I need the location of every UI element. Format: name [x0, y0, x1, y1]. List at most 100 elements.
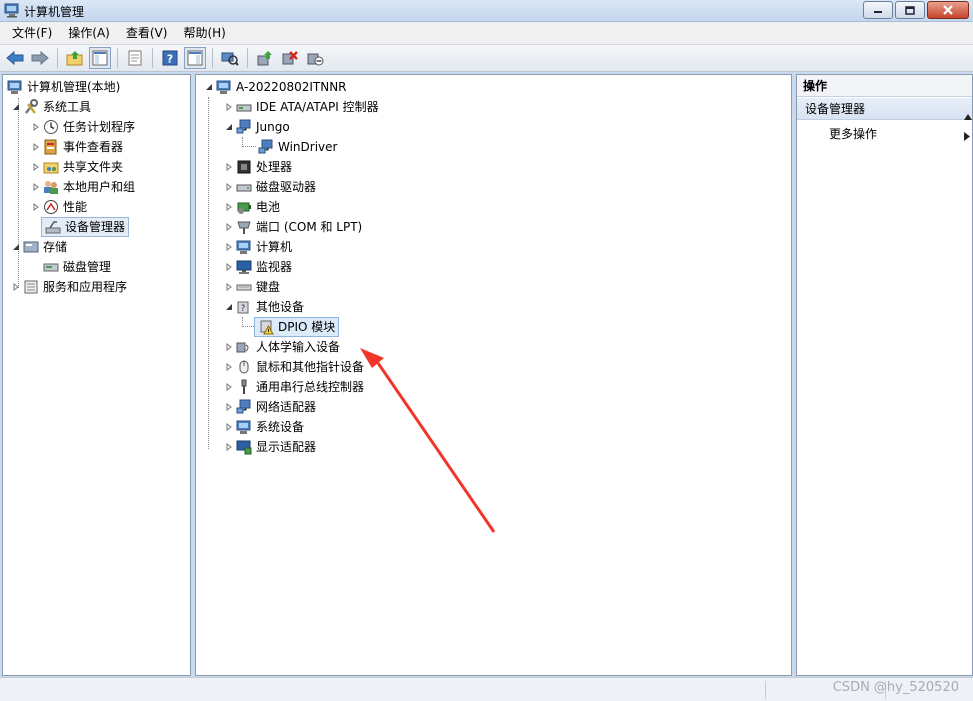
collapsed-triangle-icon[interactable] [224, 282, 234, 292]
collapsed-triangle-icon[interactable] [31, 142, 41, 152]
device-category-other-devices[interactable]: ? 其他设备 [224, 297, 304, 317]
scan-hardware-button[interactable] [219, 47, 241, 69]
device-item-dpio-module[interactable]: DPIO 模块 [254, 317, 340, 337]
selected-device[interactable]: DPIO 模块 [254, 317, 340, 337]
keyboard-icon [236, 279, 252, 295]
device-category-battery[interactable]: 电池 [224, 197, 280, 217]
device-item-label: 人体学输入设备 [256, 340, 341, 354]
tree-item-local-users[interactable]: 本地用户和组 [31, 177, 135, 197]
collapsed-triangle-icon[interactable] [31, 182, 41, 192]
tree-item-event-viewer[interactable]: 事件查看器 [31, 137, 123, 157]
tree-item-storage[interactable]: 存储 [11, 237, 67, 257]
tree-item-system-tools[interactable]: 系统工具 [11, 97, 91, 117]
device-category-display[interactable]: 显示适配器 [224, 437, 316, 457]
device-tree-pane[interactable]: A-20220802ITNNR IDE ATA/ATAPI 控制器 Jungo … [195, 74, 792, 676]
collapsed-triangle-icon[interactable] [224, 262, 234, 272]
collapsed-triangle-icon[interactable] [224, 182, 234, 192]
close-button[interactable] [927, 1, 969, 19]
computer-icon [236, 239, 252, 255]
help-button[interactable]: ? [159, 47, 181, 69]
forward-button[interactable] [29, 47, 51, 69]
collapsed-triangle-icon[interactable] [224, 202, 234, 212]
device-item-label: 计算机 [256, 240, 293, 254]
device-category-ports[interactable]: 端口 (COM 和 LPT) [224, 217, 362, 237]
port-icon [236, 219, 252, 235]
collapsed-triangle-icon[interactable] [224, 362, 234, 372]
processor-icon [236, 159, 252, 175]
more-actions-link[interactable]: 更多操作 [829, 125, 877, 143]
collapsed-triangle-icon[interactable] [31, 122, 41, 132]
collapsed-triangle-icon[interactable] [224, 442, 234, 452]
disk-drive-icon [236, 179, 252, 195]
menu-view[interactable]: 查看(V) [118, 23, 176, 43]
device-item-windriver[interactable]: WinDriver [258, 137, 337, 157]
device-category-keyboards[interactable]: 键盘 [224, 277, 280, 297]
tree-item-device-manager[interactable]: 设备管理器 [41, 217, 130, 237]
collapsed-triangle-icon[interactable] [224, 102, 234, 112]
watermark: CSDN @hy_520520 [832, 680, 959, 695]
device-category-disk-drives[interactable]: 磁盘驱动器 [224, 177, 316, 197]
clock-icon [43, 119, 59, 135]
toolbar: ? [0, 44, 973, 72]
device-category-monitors[interactable]: 监视器 [224, 257, 292, 277]
device-category-hid[interactable]: 人体学输入设备 [224, 337, 340, 357]
collapsed-triangle-icon[interactable] [224, 402, 234, 412]
device-item-label: 其他设备 [256, 300, 305, 314]
device-category-ide[interactable]: IDE ATA/ATAPI 控制器 [224, 97, 379, 117]
submenu-arrow-icon[interactable] [964, 130, 970, 144]
properties-button[interactable] [124, 47, 146, 69]
collapsed-triangle-icon[interactable] [224, 222, 234, 232]
device-category-usb[interactable]: 通用串行总线控制器 [224, 377, 364, 397]
uninstall-button[interactable] [279, 47, 301, 69]
tree-root-computer-management[interactable]: 计算机管理(本地) [7, 77, 120, 97]
tree-item-task-scheduler[interactable]: 任务计划程序 [31, 117, 135, 137]
collapsed-triangle-icon[interactable] [224, 242, 234, 252]
tree-item-disk-management[interactable]: 磁盘管理 [43, 257, 111, 277]
device-category-processor[interactable]: 处理器 [224, 157, 292, 177]
expanded-triangle-icon[interactable] [204, 82, 214, 92]
selected-node[interactable]: 设备管理器 [41, 217, 130, 237]
collapsed-triangle-icon[interactable] [11, 282, 21, 292]
device-root-computer[interactable]: A-20220802ITNNR [204, 77, 347, 97]
device-category-network[interactable]: 网络适配器 [224, 397, 316, 417]
device-category-mice[interactable]: 鼠标和其他指针设备 [224, 357, 364, 377]
computer-management-icon [4, 3, 20, 18]
device-item-label: 电池 [256, 200, 281, 214]
collapsed-triangle-icon[interactable] [224, 422, 234, 432]
minimize-button[interactable] [863, 1, 893, 19]
back-button[interactable] [4, 47, 26, 69]
device-category-system[interactable]: 系统设备 [224, 417, 304, 437]
collapsed-triangle-icon[interactable] [31, 202, 41, 212]
collapse-up-icon[interactable] [964, 105, 972, 127]
expanded-triangle-icon[interactable] [11, 102, 21, 112]
disable-device-button[interactable] [304, 47, 326, 69]
tree-item-performance[interactable]: 性能 [31, 197, 87, 217]
update-driver-button[interactable] [254, 47, 276, 69]
collapsed-triangle-icon[interactable] [31, 162, 41, 172]
menu-file[interactable]: 文件(F) [4, 23, 60, 43]
tree-item-shared-folders[interactable]: 共享文件夹 [31, 157, 123, 177]
collapsed-triangle-icon[interactable] [224, 162, 234, 172]
up-folder-button[interactable] [64, 47, 86, 69]
expanded-triangle-icon[interactable] [224, 302, 234, 312]
console-tree-pane[interactable]: 计算机管理(本地) 系统工具 任务计划程序 事件查看器 共享文件夹 本地用户和组… [2, 74, 191, 676]
warning-device-icon [258, 319, 274, 335]
tree-item-label: 服务和应用程序 [43, 280, 128, 294]
actions-group-device-manager[interactable]: 设备管理器 [797, 98, 972, 120]
users-icon [43, 179, 59, 195]
hid-icon [236, 339, 252, 355]
device-category-jungo[interactable]: Jungo [224, 117, 290, 137]
device-category-computer[interactable]: 计算机 [224, 237, 292, 257]
device-item-label: WinDriver [278, 140, 338, 154]
collapsed-triangle-icon[interactable] [224, 382, 234, 392]
expanded-triangle-icon[interactable] [11, 242, 21, 252]
menu-action[interactable]: 操作(A) [60, 23, 118, 43]
expanded-triangle-icon[interactable] [224, 122, 234, 132]
show-hide-tree-button[interactable] [89, 47, 111, 69]
disable-device-icon [307, 53, 324, 66]
maximize-button[interactable] [895, 1, 925, 19]
collapsed-triangle-icon[interactable] [224, 342, 234, 352]
menu-help[interactable]: 帮助(H) [175, 23, 233, 43]
tree-item-services-apps[interactable]: 服务和应用程序 [11, 277, 127, 297]
show-hide-action-pane-button[interactable] [184, 47, 206, 69]
